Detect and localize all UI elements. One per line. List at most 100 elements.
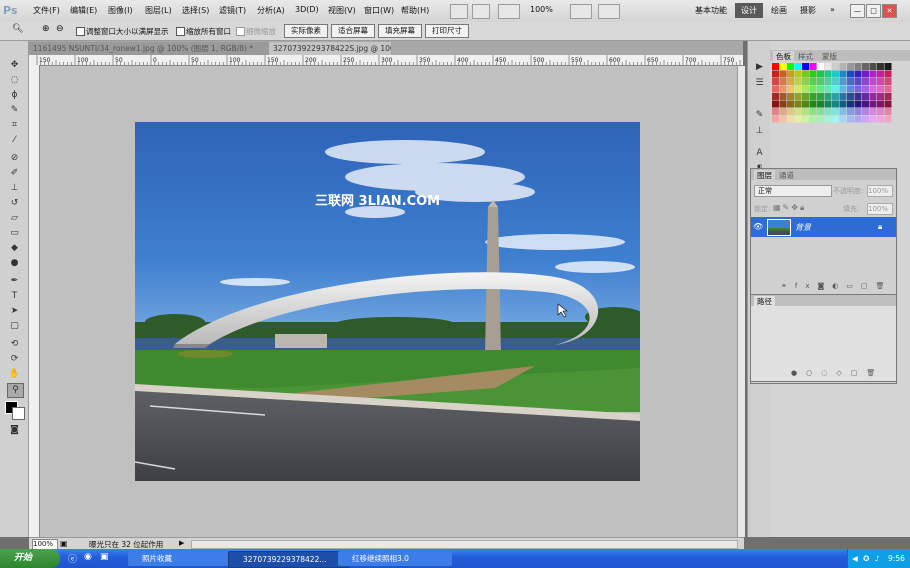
menu-analysis[interactable]: 分析(A) [257,5,285,16]
swatch-cell [832,70,839,78]
desktop-quicklaunch-icon[interactable]: ▣ [100,552,109,562]
quick-mask-icon[interactable]: ◙ [7,424,22,437]
tab-masks[interactable]: 蒙版 [822,51,837,62]
clone-source-panel-icon[interactable]: ⊥ [752,125,767,138]
actual-pixels-button[interactable]: 实际像素 [284,24,328,38]
ruler-label: 150 [39,57,51,64]
close-button[interactable]: ✕ [882,4,897,18]
eyedropper-tool-icon[interactable]: ⁄ [7,134,22,147]
screen-mode-button[interactable] [598,4,620,19]
clone-stamp-tool-icon[interactable]: ⊥ [7,182,22,195]
swatch-cell [877,78,884,85]
gradient-tool-icon[interactable]: ▭ [7,227,22,240]
blend-mode-select[interactable]: 正常 [754,185,832,197]
tab-paths[interactable]: 路径 [754,296,775,307]
3d-rotate-tool-icon[interactable]: ⟲ [7,338,22,351]
3d-orbit-tool-icon[interactable]: ⟳ [7,353,22,366]
menu-select[interactable]: 选择(S) [182,5,209,16]
workspace-design[interactable]: 设计 [735,3,763,18]
tab-document-2[interactable]: 3270739229378422S.jpg @ 100%(RGB/8) [269,42,391,55]
lasso-tool-icon[interactable]: ϕ [7,89,22,102]
zoom-level[interactable]: 100% [530,5,553,14]
brush-tool-icon[interactable]: ✐ [7,167,22,180]
zoom-tool-icon[interactable]: 🔍︎ [12,24,23,34]
history-panel-icon[interactable]: ▶ [752,61,767,74]
minibridge-button[interactable] [472,4,490,19]
zoom-out-icon[interactable]: ⊖ [56,24,64,34]
tab-document-1[interactable]: 1161495 NSUNTI/34_ronew1.jpg @ 100% (图层 … [29,42,269,55]
start-button[interactable]: 开始 [0,549,60,568]
dodge-tool-icon[interactable]: ● [7,257,22,270]
hand-tool-icon[interactable]: ✋ [7,368,22,381]
bridge-button[interactable] [450,4,468,19]
zoom-tool-icon[interactable]: ⚲ [7,383,24,398]
paths-footer-icons[interactable]: ●○◌◇▢🗑︎ [791,369,884,377]
tray-network-icon[interactable]: ◀ [852,554,858,563]
actions-panel-icon[interactable]: ☰ [752,77,767,90]
fit-screen-button[interactable]: 适合屏幕 [331,24,375,38]
ie-quicklaunch-icon[interactable]: ⓔ [68,552,77,565]
layers-footer-icons[interactable]: ⚭fx◙◐▭▢🗑︎ [781,282,893,290]
tray-ime-icon[interactable]: ✪ [863,554,869,563]
workspace-more-icon[interactable]: » [830,5,835,14]
vertical-scrollbar[interactable] [737,66,745,537]
fill-input[interactable]: 100% [867,203,893,215]
restore-button[interactable]: □ [866,4,881,18]
quick-select-tool-icon[interactable]: ✎ [7,104,22,117]
lock-icons[interactable]: ▦✎✥🔒︎ [773,203,806,213]
view-extras-button[interactable] [498,4,520,19]
menu-window[interactable]: 窗口(W) [364,5,394,16]
menu-edit[interactable]: 编辑(E) [70,5,97,16]
minimize-button[interactable]: — [850,4,865,18]
marquee-tool-icon[interactable]: ◌ [7,74,22,87]
status-doc-icon[interactable]: ▣ [60,539,68,548]
layer-row-background[interactable]: 👁︎ 背景 🔒︎ [751,217,896,237]
brush-panel-icon[interactable]: ✎ [752,109,767,122]
menu-3d[interactable]: 3D(D) [295,5,319,14]
arrange-docs-button[interactable] [570,4,592,19]
crop-tool-icon[interactable]: ⌗ [7,119,22,132]
healing-brush-tool-icon[interactable]: ⊘ [7,152,22,165]
fill-screen-button[interactable]: 填充屏幕 [378,24,422,38]
tab-styles[interactable]: 样式 [798,51,813,62]
taskbar-item-photoshop[interactable]: 3270739229378422... [228,551,350,568]
menu-help[interactable]: 帮助(H) [401,5,429,16]
zoom-in-icon[interactable]: ⊕ [42,24,50,34]
workspace-basic[interactable]: 基本功能 [695,5,727,16]
type-tool-icon[interactable]: T [7,290,22,303]
move-tool-icon[interactable]: ✥ [7,59,22,72]
workspace-paint[interactable]: 绘画 [771,5,787,16]
tab-swatches[interactable]: 色板 [773,51,794,62]
menu-image[interactable]: 图像(I) [108,5,133,16]
horizontal-scrollbar[interactable] [191,540,738,549]
menu-filter[interactable]: 滤镜(T) [219,5,246,16]
taskbar-item-app[interactable]: 红移继续照相3.0 [338,551,452,566]
shape-tool-icon[interactable]: ▢ [7,320,22,333]
pen-tool-icon[interactable]: ✒ [7,275,22,288]
print-size-button[interactable]: 打印尺寸 [425,24,469,38]
workspace-photo[interactable]: 摄影 [800,5,816,16]
browser-quicklaunch-icon[interactable]: ◉ [84,552,92,562]
eraser-tool-icon[interactable]: ▱ [7,212,22,225]
menu-layer[interactable]: 图层(L) [145,5,172,16]
tab-layers[interactable]: 图层 [754,170,775,181]
layer-name[interactable]: 背景 [795,222,811,233]
background-color-swatch[interactable] [12,407,25,420]
swatch-grid[interactable] [772,63,896,131]
path-select-tool-icon[interactable]: ➤ [7,305,22,318]
scrubby-checkbox[interactable] [236,27,245,36]
tray-volume-icon[interactable]: ♪ [875,554,880,563]
zoom-all-checkbox[interactable] [176,27,185,36]
menu-view[interactable]: 视图(V) [328,5,356,16]
opacity-input[interactable]: 100% [867,185,893,197]
blur-tool-icon[interactable]: ◆ [7,242,22,255]
tab-channels[interactable]: 通道 [779,170,794,181]
menu-file[interactable]: 文件(F) [33,5,60,16]
history-brush-tool-icon[interactable]: ↺ [7,197,22,210]
taskbar-item-photos[interactable]: 照片收藏 [128,551,238,566]
status-menu-arrow-icon[interactable]: ▶ [179,539,184,547]
resize-windows-checkbox[interactable] [76,27,85,36]
document-image[interactable]: 三联网 3LIAN.COM [135,122,640,481]
layer-visibility-eye-icon[interactable]: 👁︎ [753,222,763,231]
character-panel-icon[interactable]: A [752,147,767,160]
